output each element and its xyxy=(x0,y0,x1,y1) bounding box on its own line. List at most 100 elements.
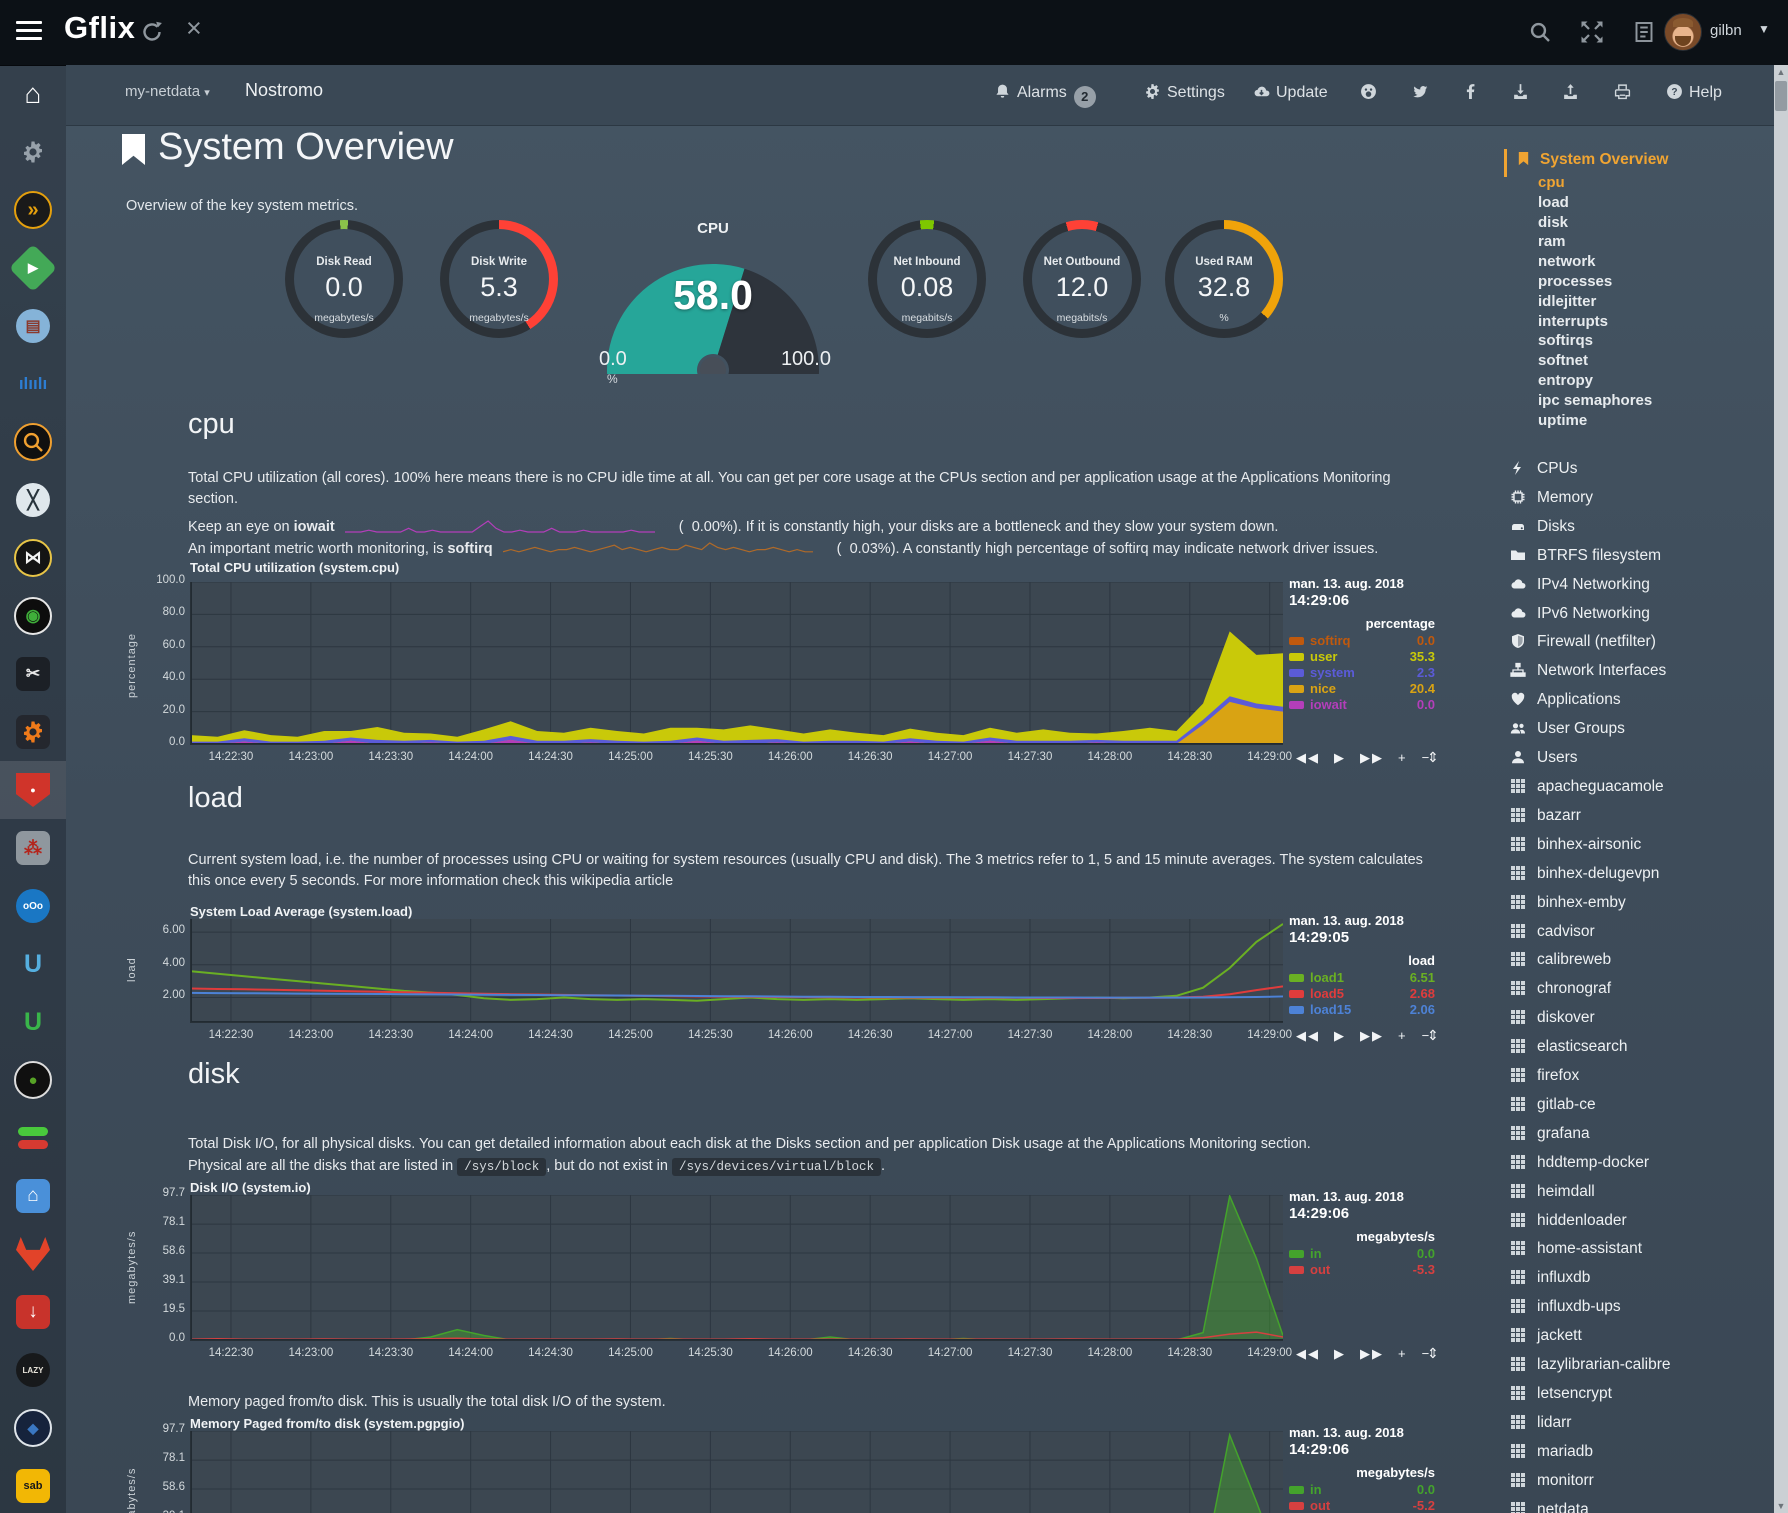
menu-subitem-softirqs[interactable]: softirqs xyxy=(1538,331,1652,351)
menu-app-influxdb-ups[interactable]: influxdb-ups xyxy=(1510,1293,1671,1322)
menu-app-apacheguacamole[interactable]: apacheguacamole xyxy=(1510,773,1671,802)
user-menu[interactable]: gilbn xyxy=(1710,22,1742,39)
status-pills-app-icon[interactable] xyxy=(0,1109,66,1167)
disk-read-gauge[interactable]: Disk Read 0.0 megabytes/s xyxy=(269,212,419,357)
refresh-icon[interactable] xyxy=(140,20,164,44)
menu-app-bazarr[interactable]: bazarr xyxy=(1510,802,1671,831)
scissors-app-icon[interactable]: ✂ xyxy=(0,645,66,703)
legend-entry-out[interactable]: out-5.3 xyxy=(1289,1262,1439,1278)
menu-subitem-disk[interactable]: disk xyxy=(1538,213,1652,233)
legend-entry-load1[interactable]: load16.51 xyxy=(1289,970,1439,986)
sab-app-icon[interactable]: sab xyxy=(0,1457,66,1513)
orange-chevron-app-icon[interactable]: » xyxy=(0,181,66,239)
menu-app-diskover[interactable]: diskover xyxy=(1510,1004,1671,1033)
menu-section-ipv6-networking[interactable]: IPv6 Networking xyxy=(1510,600,1671,629)
legend-entry-softirq[interactable]: softirq0.0 xyxy=(1289,633,1439,649)
menu-subitem-ram[interactable]: ram xyxy=(1538,232,1652,252)
green-pond-app-icon[interactable]: ● xyxy=(0,1051,66,1109)
zoom-in-button[interactable]: + xyxy=(1398,750,1408,765)
menu-subitem-entropy[interactable]: entropy xyxy=(1538,371,1652,391)
menu-section-network-interfaces[interactable]: Network Interfaces xyxy=(1510,657,1671,686)
cpu-chart-plot[interactable] xyxy=(191,582,1283,744)
menu-section-disks[interactable]: Disks xyxy=(1510,513,1671,542)
net-inbound-gauge[interactable]: Net Inbound 0.08 megabits/s xyxy=(852,212,1002,357)
chart-resize-handle[interactable]: ⇕ xyxy=(1427,749,1439,766)
rewind-button[interactable]: ◀◀ xyxy=(1296,1028,1320,1043)
menu-section-cpus[interactable]: CPUs xyxy=(1510,455,1671,484)
scrollbar-thumb[interactable] xyxy=(1775,81,1787,111)
legend-entry-in[interactable]: in0.0 xyxy=(1289,1482,1439,1498)
settings-button[interactable]: Settings xyxy=(1144,83,1225,102)
scrollbar[interactable]: ▲ ▼ xyxy=(1774,65,1788,1513)
legend-entry-nice[interactable]: nice20.4 xyxy=(1289,681,1439,697)
menu-app-cadvisor[interactable]: cadvisor xyxy=(1510,918,1671,947)
disk-io-chart-plot[interactable] xyxy=(191,1195,1283,1340)
export-button[interactable] xyxy=(1562,83,1585,102)
load-chart[interactable]: 2.004.006.0014:22:3014:23:0014:23:3014:2… xyxy=(190,919,1283,1023)
menu-app-hddtemp-docker[interactable]: hddtemp-docker xyxy=(1510,1149,1671,1178)
cpu-chart[interactable]: 0.020.040.060.080.0100.014:22:3014:23:00… xyxy=(190,582,1283,745)
play-button[interactable]: ▶ xyxy=(1334,1028,1346,1043)
blue-books-app-icon[interactable]: ▤ xyxy=(0,297,66,355)
menu-subitem-network[interactable]: network xyxy=(1538,252,1652,272)
menu-subitem-cpu[interactable]: cpu xyxy=(1538,173,1652,193)
rewind-button[interactable]: ◀◀ xyxy=(1296,1346,1320,1361)
play-button[interactable]: ▶ xyxy=(1334,1346,1346,1361)
menu-app-heimdall[interactable]: heimdall xyxy=(1510,1178,1671,1207)
twitter-button[interactable] xyxy=(1412,83,1435,102)
search-ring-app-icon[interactable] xyxy=(0,413,66,471)
green-u-app-icon[interactable]: U xyxy=(0,993,66,1051)
fullscreen-icon[interactable] xyxy=(1580,20,1604,44)
red-download-app-icon[interactable]: ↓ xyxy=(0,1283,66,1341)
menu-app-binhex-airsonic[interactable]: binhex-airsonic xyxy=(1510,831,1671,860)
update-button[interactable]: Update xyxy=(1253,83,1328,102)
legend-entry-load5[interactable]: load52.68 xyxy=(1289,986,1439,1002)
scroll-up-arrow[interactable]: ▲ xyxy=(1774,67,1788,77)
menu-subitem-load[interactable]: load xyxy=(1538,193,1652,213)
menu-subitem-idlejitter[interactable]: idlejitter xyxy=(1538,292,1652,312)
forward-button[interactable]: ▶▶ xyxy=(1360,1346,1384,1361)
menu-subitem-interrupts[interactable]: interrupts xyxy=(1538,312,1652,332)
play-button[interactable]: ▶ xyxy=(1334,750,1346,765)
scroll-down-arrow[interactable]: ▼ xyxy=(1774,1501,1788,1511)
disk-io-chart[interactable]: 0.019.539.158.678.197.714:22:3014:23:001… xyxy=(190,1195,1283,1341)
close-icon[interactable]: × xyxy=(186,15,210,39)
menu-app-home-assistant[interactable]: home-assistant xyxy=(1510,1235,1671,1264)
facebook-button[interactable] xyxy=(1462,83,1485,102)
used-ram-gauge[interactable]: Used RAM 32.8 % xyxy=(1149,212,1299,357)
menu-app-hiddenloader[interactable]: hiddenloader xyxy=(1510,1207,1671,1236)
menu-subitem-uptime[interactable]: uptime xyxy=(1538,411,1652,431)
legend-entry-iowait[interactable]: iowait0.0 xyxy=(1289,697,1439,713)
menu-app-influxdb[interactable]: influxdb xyxy=(1510,1264,1671,1293)
menu-app-gitlab-ce[interactable]: gitlab-ce xyxy=(1510,1091,1671,1120)
menu-section-users[interactable]: Users xyxy=(1510,744,1671,773)
menu-app-calibreweb[interactable]: calibreweb xyxy=(1510,946,1671,975)
forward-button[interactable]: ▶▶ xyxy=(1360,1028,1384,1043)
menu-subitem-ipc-semaphores[interactable]: ipc semaphores xyxy=(1538,391,1652,411)
home-icon[interactable]: ⌂ xyxy=(0,65,66,123)
disk-write-gauge[interactable]: Disk Write 5.3 megabytes/s xyxy=(424,212,574,357)
cpu-gauge[interactable]: CPU 58.0 0.0 100.0 % xyxy=(593,220,833,385)
net-outbound-gauge[interactable]: Net Outbound 12.0 megabits/s xyxy=(1007,212,1157,357)
alarms-button[interactable]: Alarms2 xyxy=(994,83,1096,108)
blue-drop-app-icon[interactable]: ◆ xyxy=(0,1399,66,1457)
gray-blue-u-app-icon[interactable]: U xyxy=(0,935,66,993)
menu-item-system-overview[interactable]: System Overview xyxy=(1516,151,1668,169)
load-chart-plot[interactable] xyxy=(191,919,1283,1022)
zoom-in-button[interactable]: + xyxy=(1398,1028,1408,1043)
x-cross-app-icon[interactable]: ╳ xyxy=(0,471,66,529)
menu-section-ipv4-networking[interactable]: IPv4 Networking xyxy=(1510,571,1671,600)
fox-app-icon[interactable] xyxy=(0,1225,66,1283)
menu-app-netdata[interactable]: netdata xyxy=(1510,1496,1671,1513)
menu-app-lazylibrarian-calibre[interactable]: lazylibrarian-calibre xyxy=(1510,1351,1671,1380)
legend-entry-system[interactable]: system2.3 xyxy=(1289,665,1439,681)
legend-entry-out[interactable]: out-5.2 xyxy=(1289,1498,1439,1513)
import-button[interactable] xyxy=(1512,83,1535,102)
menu-app-binhex-emby[interactable]: binhex-emby xyxy=(1510,889,1671,918)
search-icon[interactable] xyxy=(1528,20,1552,44)
menu-section-firewall-netfilter-[interactable]: Firewall (netfilter) xyxy=(1510,628,1671,657)
menu-app-mariadb[interactable]: mariadb xyxy=(1510,1438,1671,1467)
forward-button[interactable]: ▶▶ xyxy=(1360,750,1384,765)
orange-gear-app-icon[interactable] xyxy=(0,703,66,761)
settings-gear-icon[interactable] xyxy=(0,123,66,181)
